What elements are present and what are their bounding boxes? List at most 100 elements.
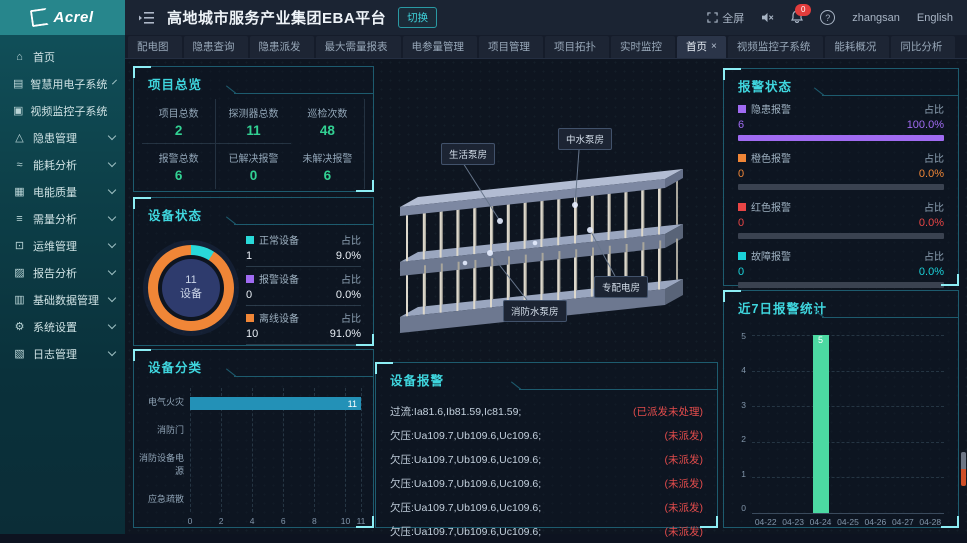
sidebar-item-label: 智慧用电子系统 — [30, 76, 107, 92]
sidebar-item[interactable]: ▥ 基础数据管理 — [0, 286, 125, 313]
tab-label: 同比分析 — [900, 39, 942, 54]
switch-project-button[interactable]: 切换 — [398, 7, 437, 28]
legend-color-swatch — [246, 314, 254, 322]
tab-label: 电参量管理 — [412, 39, 465, 54]
sidebar-item[interactable]: ⊡ 运维管理 — [0, 232, 125, 259]
notifications-button[interactable]: 0 — [791, 10, 803, 26]
language-switcher[interactable]: English — [917, 12, 953, 24]
sidebar-item-icon: ⊡ — [13, 239, 26, 252]
tab[interactable]: 首页 × — [677, 36, 726, 58]
building-label-reclaimed-water-pump-room[interactable]: 中水泵房 — [558, 128, 612, 150]
sidebar-item[interactable]: ≡ 需量分析 — [0, 205, 125, 232]
chevron-down-icon — [112, 80, 117, 85]
ratio-label: 占比 — [924, 199, 944, 214]
legend-label: 正常设备 — [259, 232, 299, 247]
username[interactable]: zhangsan — [852, 12, 900, 24]
device-status-donut: 11 设备 — [148, 245, 234, 331]
x-tick-label: 8 — [312, 516, 317, 526]
panel-notch — [234, 376, 373, 377]
stat-label: 报警总数 — [142, 150, 215, 165]
x-tick-label: 04-28 — [917, 517, 944, 527]
alarm-row: 过流:Ia81.6,Ib81.59,Ic81.59; (已派发未处理) — [390, 399, 703, 423]
bar-row: 11 — [190, 397, 361, 411]
mute-button[interactable] — [761, 12, 774, 23]
stat-value: 6 — [142, 168, 215, 183]
alarm-row: 欠压:Ua109.7,Ub109.6,Uc109.6; (未派发) — [390, 471, 703, 495]
fullscreen-button[interactable]: 全屏 — [707, 10, 744, 26]
sidebar-item-icon: ⚙ — [13, 320, 26, 333]
building-label-life-pump-room[interactable]: 生活泵房 — [441, 143, 495, 165]
sidebar-item[interactable]: △ 隐患管理 — [0, 124, 125, 151]
panel-title: 近7日报警统计 — [724, 291, 958, 317]
legend-color-swatch — [246, 236, 254, 244]
y-tick-label: 3 — [734, 400, 746, 410]
legend-percent: 91.0% — [330, 328, 361, 340]
alarm-status: (已派发未处理) — [633, 404, 703, 419]
sidebar-item[interactable]: ≈ 能耗分析 — [0, 151, 125, 178]
help-icon[interactable]: ? — [820, 10, 835, 25]
category-label: 应急疏散 — [138, 492, 184, 505]
tab[interactable]: 最大需量报表 — [316, 36, 401, 58]
alarm-row: 欠压:Ua109.7,Ub109.6,Uc109.6; (未派发) — [390, 519, 703, 543]
tab[interactable]: 项目管理 — [479, 36, 543, 58]
sidebar-item-label: 报告分析 — [33, 265, 77, 281]
alarm-row: 欠压:Ua109.7,Ub109.6,Uc109.6; (未派发) — [390, 423, 703, 447]
tab-label: 实时监控 — [620, 39, 662, 54]
donut-gap-ring: 11 设备 — [158, 255, 224, 321]
tab[interactable]: 视频监控子系统 — [728, 36, 824, 58]
weekly-x-axis: 04-2204-2304-2404-2504-2604-2704-28 — [752, 517, 944, 527]
tab-label: 视频监控子系统 — [737, 39, 811, 54]
ratio-label: 占比 — [924, 248, 944, 263]
tab[interactable]: 实时监控 — [611, 36, 675, 58]
donut-center-value: 11 — [185, 274, 196, 288]
sidebar-item-label: 运维管理 — [33, 238, 77, 254]
chevron-down-icon — [108, 132, 116, 140]
tab[interactable]: 同比分析 — [891, 36, 955, 58]
stat-cell: 巡检次数 48 — [291, 99, 365, 144]
legend-value: 1 — [246, 250, 252, 262]
tab[interactable]: 配电图 — [128, 36, 182, 58]
tab-label: 隐患派发 — [259, 39, 301, 54]
tab[interactable]: 隐患查询 — [184, 36, 248, 58]
brand-name: Acrel — [53, 9, 93, 26]
building-label-power-distribution-room[interactable]: 专配电房 — [594, 276, 648, 298]
legend-item: 报警设备 占比 0 0.0% — [246, 271, 361, 306]
x-tick-label: 04-27 — [889, 517, 916, 527]
alarm-text: 欠压:Ua109.7,Ub109.6,Uc109.6; — [390, 428, 541, 443]
sidebar-item[interactable]: ▦ 电能质量 — [0, 178, 125, 205]
tab[interactable]: 项目拓扑 — [545, 36, 609, 58]
sidebar-item[interactable]: ▨ 报告分析 — [0, 259, 125, 286]
alarm-text: 过流:Ia81.6,Ib81.59,Ic81.59; — [390, 404, 521, 419]
alarm-status-item: 隐患报警 占比 6 100.0% — [738, 101, 944, 141]
chevron-down-icon — [108, 348, 116, 356]
menu-fold-icon[interactable] — [139, 11, 155, 25]
alarm-text: 欠压:Ua109.7,Ub109.6,Uc109.6; — [390, 452, 541, 467]
x-tick-label: 04-24 — [807, 517, 834, 527]
scrollbar-thumb[interactable] — [961, 452, 966, 486]
building-label-fire-pump-room[interactable]: 消防水泵房 — [503, 300, 567, 322]
category-y-labels: 电气火灾消防门消防设备电源应急疏散 — [138, 388, 190, 512]
category-label: 消防门 — [138, 423, 184, 436]
panel-title: 设备状态 — [134, 198, 373, 224]
sidebar-item[interactable]: ⚙ 系统设置 — [0, 313, 125, 340]
alarm-status: (未派发) — [665, 524, 704, 539]
panel-title: 报警状态 — [724, 69, 958, 95]
status-color-swatch — [738, 105, 746, 113]
status-percent: 0.0% — [919, 266, 944, 278]
status-progress-track — [738, 135, 944, 141]
alarm-status-list: 隐患报警 占比 6 100.0% 橙色报警 — [724, 95, 958, 288]
status-value: 0 — [738, 168, 744, 180]
tab-close-icon[interactable]: × — [711, 41, 717, 52]
ratio-label: 占比 — [341, 232, 361, 247]
sidebar-item[interactable]: ▣ 视频监控子系统 — [0, 97, 125, 124]
stat-value: 6 — [291, 168, 364, 183]
sidebar-item[interactable]: ▧ 日志管理 — [0, 340, 125, 367]
tab[interactable]: 隐患派发 — [250, 36, 314, 58]
tab[interactable]: 电参量管理 — [403, 36, 478, 58]
sidebar-item[interactable]: ▤ 智慧用电子系统 — [0, 70, 125, 97]
gridline — [361, 388, 362, 512]
tab[interactable]: 能耗概况 — [825, 36, 889, 58]
tab-label: 最大需量报表 — [325, 39, 388, 54]
x-tick-label: 04-25 — [834, 517, 861, 527]
sidebar-item[interactable]: ⌂ 首页 — [0, 43, 125, 70]
